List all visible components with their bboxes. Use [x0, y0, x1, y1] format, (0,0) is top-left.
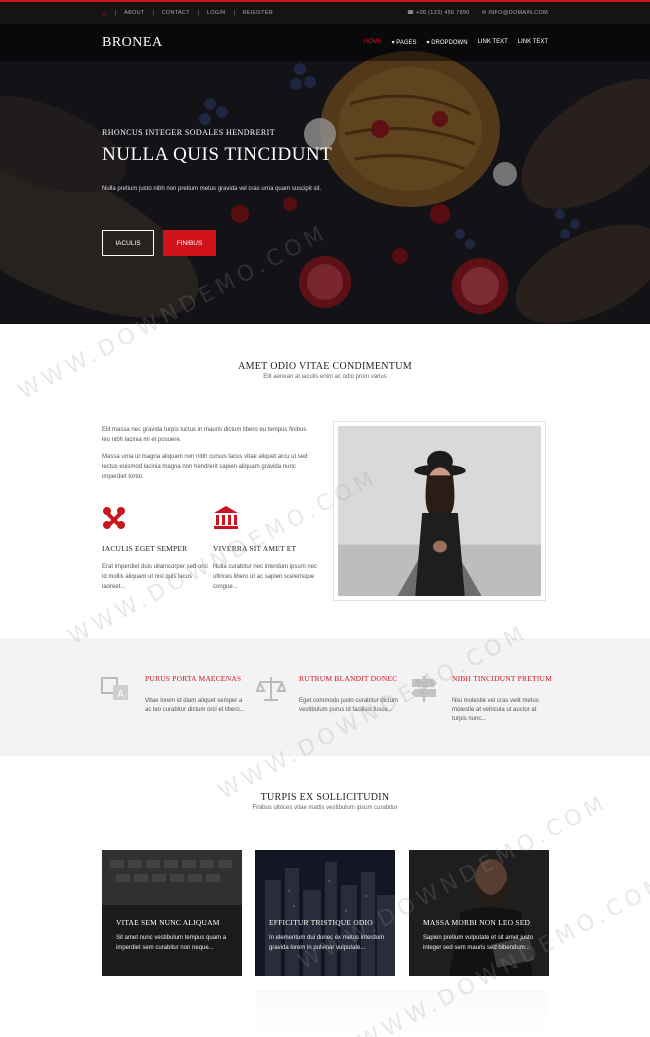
- top-contact: ☎ +00 (123) 456 7890 ✉ INFO@DOMAIN.COM: [407, 10, 548, 16]
- blog-card-2[interactable]: EFFICITUR TRISTIQUE ODIO In elementum du…: [255, 850, 395, 976]
- bottom-section-fade: [255, 990, 547, 1037]
- phone-icon: ☎: [407, 10, 415, 16]
- top-link-register[interactable]: REGISTER: [233, 10, 282, 16]
- mail-icon: ✉: [481, 10, 487, 16]
- feature-title-2: VIVERRA SIT AMET ET: [213, 544, 297, 553]
- city-skyline-image: [255, 850, 395, 976]
- about-photo: [333, 421, 546, 601]
- blog-title: TURPIS EX SOLLICITUDIN: [260, 792, 390, 803]
- top-link-about[interactable]: ABOUT: [115, 10, 152, 16]
- nav-link-text-2[interactable]: LINK TEXT: [518, 39, 548, 46]
- top-bar: ⌂ ABOUT CONTACT LOGIN REGISTER ☎ +00 (12…: [0, 0, 650, 24]
- blog-card-1[interactable]: VITAE SEM NUNC ALIQUAM Sit amet nunc ves…: [102, 850, 242, 976]
- translate-icon: A: [101, 677, 128, 700]
- signpost-icon: [411, 676, 437, 702]
- blog-card-3[interactable]: MASSA MORBI NON LEO SED Sapien pretium v…: [409, 850, 549, 976]
- finibus-button[interactable]: FINIBUS: [163, 230, 216, 256]
- balance-scale-icon: [256, 677, 286, 701]
- woman-portrait-image: [338, 426, 541, 596]
- about-subtitle: Elit aenean at iaculis enim ac odio proi…: [263, 374, 387, 380]
- phone-info: ☎ +00 (123) 456 7890: [407, 10, 470, 16]
- joomla-icon: [103, 507, 125, 529]
- card-title-3[interactable]: MASSA MORBI NON LEO SED: [423, 918, 548, 927]
- main-nav: HOME ▾ PAGES ▾ DROPDOWN LINK TEXT LINK T…: [364, 39, 548, 46]
- home-icon[interactable]: ⌂: [102, 9, 107, 18]
- iaculis-button[interactable]: IACULIS: [102, 230, 154, 256]
- about-paragraph-1: Elit massa nec gravida turpis luctus in …: [102, 427, 307, 443]
- service-text-2: Eget commodo justo curabitur dictum vest…: [299, 698, 399, 713]
- top-link-contact[interactable]: CONTACT: [152, 10, 198, 16]
- service-title-2: RUTRUM BLANDIT DONEC: [299, 674, 398, 683]
- main-navbar: BRONEA HOME ▾ PAGES ▾ DROPDOWN LINK TEXT…: [0, 24, 650, 61]
- service-text-3: Nisi molestie vel cras velit metus moles…: [452, 698, 539, 722]
- feature-text-1: Erat imperdiet duis ullamcorper sed orci…: [102, 564, 208, 590]
- hero-section: BRONEA HOME ▾ PAGES ▾ DROPDOWN LINK TEXT…: [0, 24, 650, 324]
- email-info[interactable]: ✉ INFO@DOMAIN.COM: [482, 10, 548, 16]
- svg-text:A: A: [117, 689, 124, 700]
- hero-text: Nulla pretium justo nibh non pretium met…: [102, 186, 322, 192]
- about-paragraph-2: Massa urna ut magna aliquam non nibh cur…: [102, 454, 308, 480]
- service-title-3: NIBH TINCIDUNT PRETIUM: [452, 674, 552, 683]
- man-with-tablet-image: [409, 850, 549, 976]
- nav-link-text-1[interactable]: LINK TEXT: [478, 39, 508, 46]
- about-title: AMET ODIO VITAE CONDIMENTUM: [238, 361, 412, 372]
- card-text-1: Sit amet nunc vestibulum tempus quam a i…: [116, 935, 227, 951]
- brand-logo[interactable]: BRONEA: [102, 35, 163, 51]
- email-text: INFO@DOMAIN.COM: [488, 10, 548, 16]
- hero-background-image: [0, 24, 650, 324]
- hero-subtitle: RHONCUS INTEGER SODALES HENDRERIT: [102, 128, 275, 137]
- nav-dropdown[interactable]: ▾ DROPDOWN: [427, 39, 468, 46]
- bank-icon: [214, 506, 238, 529]
- top-links: ABOUT CONTACT LOGIN REGISTER: [115, 10, 281, 16]
- nav-pages[interactable]: ▾ PAGES: [392, 39, 417, 46]
- service-text-1: Vitae lorem id diam aliquet semper a ac …: [145, 698, 245, 713]
- card-text-3: Sapien pretium vulputate et sit amet jus…: [423, 935, 534, 951]
- feature-text-2: Nulla curabitur nec interdum ipsum nec u…: [213, 564, 318, 590]
- keyboard-image: [102, 850, 242, 976]
- card-title-2[interactable]: EFFICITUR TRISTIQUE ODIO: [269, 918, 394, 927]
- phone-text: +00 (123) 456 7890: [416, 10, 470, 16]
- blog-subtitle: Finibus ultrices vitae mattis vestibulum…: [252, 805, 398, 811]
- hero-title: NULLA QUIS TINCIDUNT: [102, 144, 333, 165]
- card-title-1[interactable]: VITAE SEM NUNC ALIQUAM: [116, 918, 241, 927]
- service-title-1: PURUS PORTA MAECENAS: [145, 674, 242, 683]
- feature-title-1: IACULIS EGET SEMPER: [102, 544, 188, 553]
- card-text-2: In elementum dui donec ex metus interdum…: [269, 935, 385, 951]
- nav-home[interactable]: HOME: [364, 39, 382, 46]
- top-link-login[interactable]: LOGIN: [197, 10, 234, 16]
